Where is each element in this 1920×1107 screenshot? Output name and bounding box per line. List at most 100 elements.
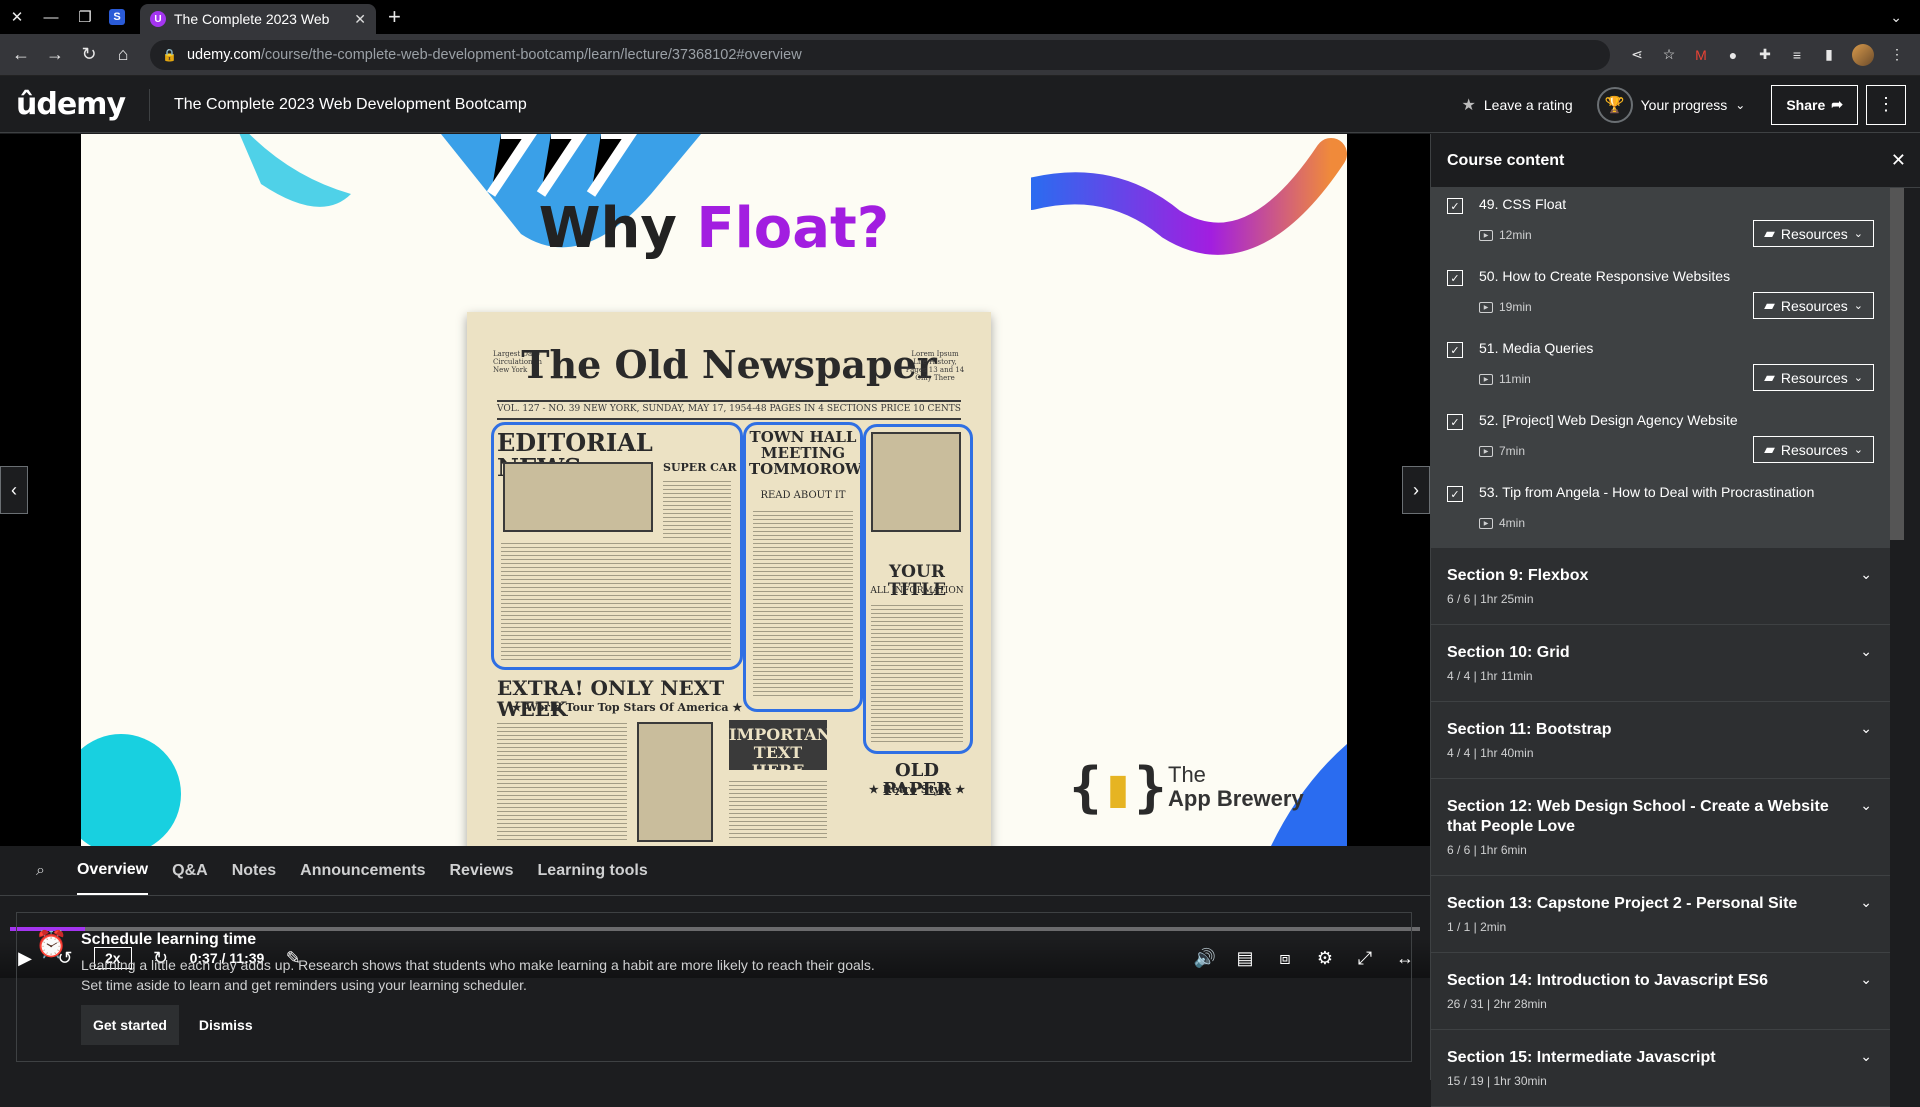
lecture-item[interactable]: ✓ 49. CSS Float ▶ 12min ▰ Resources ⌄ — [1431, 188, 1890, 260]
sidebar-scrollbar[interactable] — [1890, 188, 1904, 540]
tab-search-chevron-icon[interactable]: ⌄ — [1890, 9, 1902, 26]
section-meta: 4 / 4 | 1hr 11min — [1447, 669, 1533, 683]
back-arrow-icon[interactable]: ← — [8, 40, 34, 70]
course-content-title: Course content — [1447, 151, 1565, 169]
video-player[interactable]: Why Float? Largest Daily Circulation In … — [0, 134, 1430, 978]
completed-checkbox[interactable]: ✓ — [1447, 342, 1463, 358]
section-item[interactable]: Section 10: Grid 4 / 4 | 1hr 11min ⌄ — [1431, 625, 1890, 702]
window-close-icon[interactable]: ✕ — [0, 0, 34, 34]
section-title: Section 14: Introduction to Javascript E… — [1447, 972, 1768, 989]
section-item[interactable]: Section 9: Flexbox 6 / 6 | 1hr 25min ⌄ — [1431, 548, 1890, 625]
window-restore-icon[interactable]: ❐ — [68, 0, 102, 34]
np-right-meta: Lorem Ipsum Life History, Pages 13 and 1… — [905, 350, 965, 382]
close-icon[interactable]: ✕ — [1891, 150, 1906, 171]
section-meta: 1 / 1 | 2min — [1447, 920, 1507, 934]
video-icon: ▶ — [1479, 445, 1493, 457]
section-item[interactable]: Section 11: Bootstrap 4 / 4 | 1hr 40min ⌄ — [1431, 702, 1890, 779]
share-icon[interactable]: ⋖ — [1628, 46, 1646, 64]
trophy-icon: 🏆 — [1596, 86, 1633, 123]
progress-label: Your progress — [1640, 96, 1728, 113]
leave-rating-label: Leave a rating — [1483, 96, 1573, 113]
lecture-item[interactable]: ✓ 51. Media Queries ▶ 11min ▰ Resources ⌄ — [1431, 332, 1890, 404]
section-item[interactable]: Section 14: Introduction to Javascript E… — [1431, 953, 1890, 1030]
dismiss-button[interactable]: Dismiss — [187, 1005, 265, 1045]
bookmark-star-icon[interactable]: ☆ — [1660, 46, 1678, 64]
get-started-button[interactable]: Get started — [81, 1005, 179, 1045]
np-sub-center: NEW YORK, SUNDAY, MAY 17, 1954-48 PAGES … — [583, 404, 878, 414]
previous-lecture-icon[interactable]: ‹ — [0, 466, 28, 514]
lecture-item[interactable]: ✓ 53. Tip from Angela - How to Deal with … — [1431, 476, 1890, 548]
completed-checkbox[interactable]: ✓ — [1447, 414, 1463, 430]
lecture-item[interactable]: ✓ 52. [Project] Web Design Agency Website… — [1431, 404, 1890, 476]
tab-announcements[interactable]: Announcements — [300, 848, 425, 894]
tab-notes[interactable]: Notes — [232, 848, 276, 894]
course-title[interactable]: The Complete 2023 Web Development Bootca… — [174, 96, 527, 114]
window-minimize-icon[interactable]: — — [34, 0, 68, 34]
video-icon: ▶ — [1479, 229, 1493, 241]
chevron-down-icon: ⌄ — [1860, 1048, 1872, 1064]
np-subline: VOL. 127 - NO. 39 NEW YORK, SUNDAY, MAY … — [497, 404, 961, 414]
np-rule — [497, 418, 961, 420]
extension-icon[interactable]: ● — [1724, 46, 1742, 64]
new-tab-icon[interactable]: + — [388, 4, 401, 30]
puzzle-icon[interactable]: ✚ — [1756, 46, 1774, 64]
pinned-tab[interactable]: S — [102, 0, 132, 34]
profile-avatar[interactable] — [1852, 43, 1874, 66]
chevron-down-icon: ⌄ — [1853, 444, 1863, 456]
next-lecture-icon[interactable]: › — [1402, 466, 1430, 514]
tab-qa[interactable]: Q&A — [172, 848, 208, 894]
home-icon[interactable]: ⌂ — [110, 40, 136, 70]
completed-checkbox[interactable]: ✓ — [1447, 198, 1463, 214]
chevron-down-icon: ⌄ — [1853, 300, 1863, 312]
section-meta: 6 / 6 | 1hr 6min — [1447, 843, 1527, 857]
section-title: Section 13: Capstone Project 2 - Persona… — [1447, 895, 1798, 912]
forward-arrow-icon[interactable]: → — [42, 40, 68, 70]
more-options-icon[interactable]: ⋮ — [1866, 84, 1906, 125]
tab-close-icon[interactable]: ✕ — [354, 11, 366, 28]
chevron-down-icon: ⌄ — [1860, 894, 1872, 910]
course-header: ûdemy The Complete 2023 Web Development … — [0, 77, 1920, 133]
lecture-duration: 12min — [1499, 228, 1532, 242]
url-path: /course/the-complete-web-development-boo… — [260, 46, 802, 63]
float-highlight-box — [863, 424, 973, 754]
np-text-block — [729, 778, 827, 838]
lecture-duration: 19min — [1499, 300, 1532, 314]
progress-button[interactable]: 🏆 Your progress ⌄ — [1596, 86, 1745, 123]
section-title: Section 10: Grid — [1447, 644, 1570, 661]
leave-rating-button[interactable]: ★ Leave a rating — [1462, 95, 1573, 115]
resources-button[interactable]: ▰ Resources ⌄ — [1753, 364, 1874, 391]
share-button[interactable]: Share ➦ — [1771, 84, 1858, 125]
resources-button[interactable]: ▰ Resources ⌄ — [1753, 436, 1874, 463]
udemy-logo[interactable]: ûdemy — [16, 87, 126, 122]
share-label: Share — [1786, 96, 1826, 113]
reload-icon[interactable]: ↻ — [76, 40, 102, 70]
tab-overview[interactable]: Overview — [76, 847, 149, 895]
brand-the: The — [1168, 762, 1206, 787]
resources-button[interactable]: ▰ Resources ⌄ — [1753, 220, 1874, 247]
gmail-extension-icon[interactable]: M — [1692, 46, 1710, 64]
section-item[interactable]: Section 13: Capstone Project 2 - Persona… — [1431, 876, 1890, 953]
schedule-title: Schedule learning time — [81, 931, 257, 948]
lecture-item[interactable]: ✓ 50. How to Create Responsive Websites ▶ 1… — [1431, 260, 1890, 332]
folder-icon: ▰ — [1764, 225, 1775, 241]
search-icon[interactable]: ⌕ — [36, 862, 45, 880]
address-bar[interactable]: 🔒 udemy.com/course/the-complete-web-deve… — [150, 39, 1610, 70]
section-item[interactable]: Section 12: Web Design School - Create a… — [1431, 779, 1890, 876]
tab-learning-tools[interactable]: Learning tools — [538, 848, 648, 894]
browser-tab-active[interactable]: U The Complete 2023 Web ✕ — [140, 4, 376, 34]
browser-menu-icon[interactable]: ⋮ — [1888, 46, 1906, 64]
section-meta: 4 / 4 | 1hr 40min — [1447, 746, 1534, 760]
lecture-duration: 7min — [1499, 444, 1526, 458]
completed-checkbox[interactable]: ✓ — [1447, 270, 1463, 286]
folder-icon: ▰ — [1764, 297, 1775, 313]
reading-list-icon[interactable]: ≡ — [1788, 46, 1806, 64]
video-slide: Why Float? Largest Daily Circulation In … — [81, 134, 1347, 846]
tab-reviews[interactable]: Reviews — [449, 848, 513, 894]
resources-button[interactable]: ▰ Resources ⌄ — [1753, 292, 1874, 319]
completed-checkbox[interactable]: ✓ — [1447, 486, 1463, 502]
section-item[interactable]: Section 15: Intermediate Javascript 15 / … — [1431, 1030, 1890, 1107]
lecture-duration: 4min — [1499, 516, 1526, 530]
lecture-list: ✓ 49. CSS Float ▶ 12min ▰ Resources ⌄ ✓ 50. How … — [1431, 188, 1890, 548]
side-panel-icon[interactable]: ▮ — [1820, 46, 1838, 64]
resources-label: Resources — [1780, 369, 1848, 386]
